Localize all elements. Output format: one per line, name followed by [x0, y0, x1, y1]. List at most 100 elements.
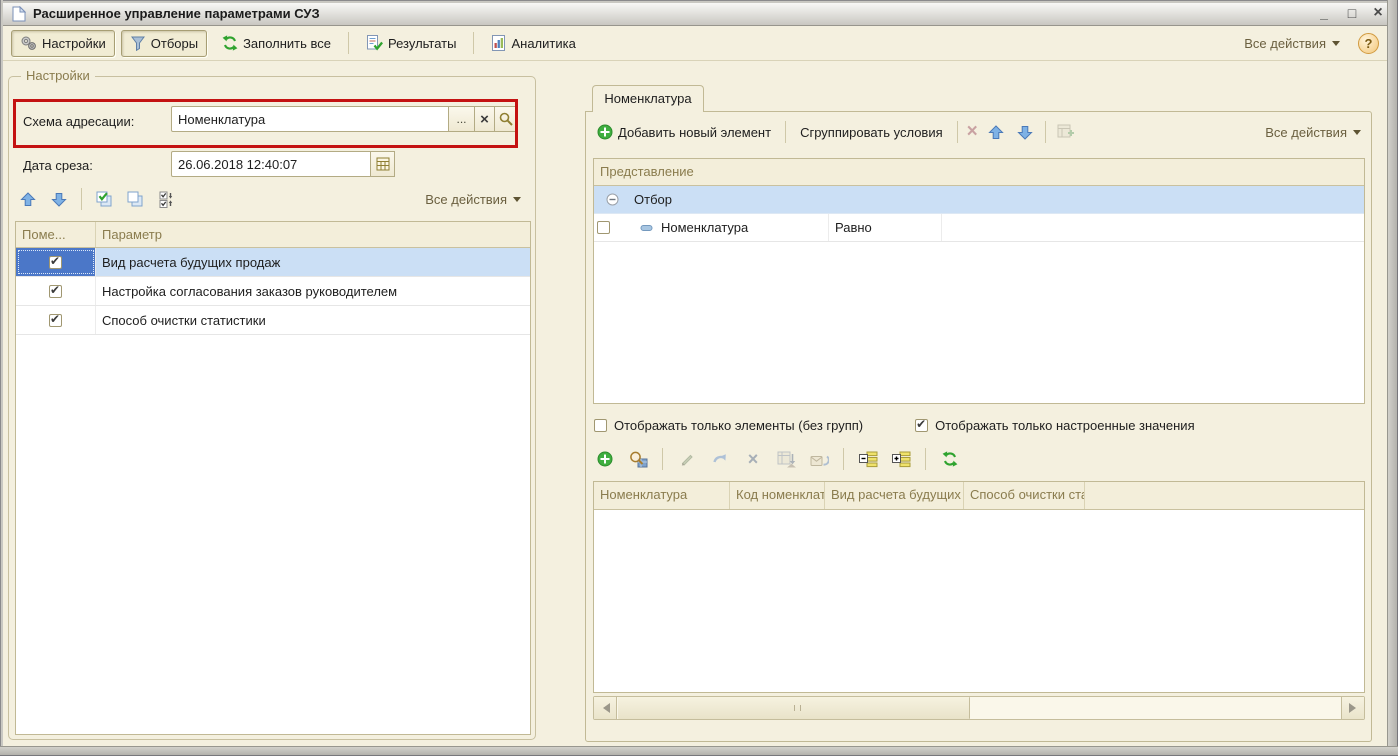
move-down-button[interactable]	[1014, 121, 1036, 143]
scheme-ellipsis-button[interactable]: ...	[449, 106, 475, 132]
collapse-tree-button[interactable]	[857, 448, 879, 470]
slice-date-input[interactable]	[171, 151, 371, 177]
row-check-cell[interactable]	[16, 306, 96, 334]
scrollbar-thumb[interactable]	[618, 697, 970, 719]
fill-all-button[interactable]: Заполнить все	[213, 30, 340, 57]
column-header-param[interactable]: Параметр	[96, 222, 530, 247]
filter-group-row[interactable]: Отбор	[594, 186, 1364, 214]
column-header-nomenclature[interactable]: Номенклатура	[594, 482, 730, 509]
window-title: Расширенное управление параметрами СУЗ	[33, 6, 320, 21]
row-check-cell[interactable]	[16, 248, 96, 276]
table-row[interactable]: Настройка согласования заказов руководит…	[16, 277, 530, 306]
filter-panel: Добавить новый элемент Сгруппировать усл…	[585, 111, 1372, 742]
analytics-button[interactable]: Аналитика	[482, 30, 584, 57]
document-icon	[12, 6, 26, 22]
results-doc-icon	[366, 35, 383, 51]
scroll-right-button[interactable]	[1341, 697, 1364, 719]
main-toolbar: Настройки Отборы Заполнить все Результат…	[3, 26, 1387, 61]
move-to-group-button-disabled	[775, 448, 797, 470]
results-label: Результаты	[388, 36, 456, 51]
filter-value-cell[interactable]	[942, 214, 1364, 241]
column-header-code[interactable]: Код номенклат...	[730, 482, 825, 509]
filter-toolbar: Добавить новый элемент Сгруппировать усл…	[592, 116, 1365, 148]
row-checkbox[interactable]	[49, 256, 62, 269]
move-up-button[interactable]	[17, 188, 39, 210]
expand-tree-button[interactable]	[890, 448, 912, 470]
row-param-cell[interactable]: Настройка согласования заказов руководит…	[96, 277, 530, 305]
filter-field-cell[interactable]: Номенклатура	[616, 214, 829, 241]
window-frame-top	[0, 0, 1398, 3]
clear-all-flags-button[interactable]	[124, 188, 146, 210]
row-checkbox[interactable]	[597, 221, 610, 234]
group-conditions-button[interactable]: Сгруппировать условия	[795, 119, 948, 146]
configured-only-checkbox[interactable]	[915, 419, 928, 432]
column-header-calc-type[interactable]: Вид расчета будущих п...	[825, 482, 964, 509]
row-param-cell[interactable]: Вид расчета будущих продаж	[96, 248, 530, 276]
check-all-flags-button[interactable]	[93, 188, 115, 210]
scroll-left-button[interactable]	[594, 697, 617, 719]
add-icon	[597, 124, 613, 140]
settings-groupbox: Настройки Схема адресации: ... × Дата ср…	[8, 76, 536, 740]
maximize-button[interactable]: □	[1340, 3, 1364, 25]
chevron-down-icon	[1332, 41, 1340, 50]
column-header-representation[interactable]: Представление	[594, 159, 1364, 185]
group-conditions-label: Сгруппировать условия	[800, 125, 943, 140]
row-checkbox[interactable]	[49, 285, 62, 298]
filter-condition-cell[interactable]: Равно	[829, 214, 942, 241]
row-param-cell[interactable]: Способ очистки статистики	[96, 306, 530, 334]
analytics-label: Аналитика	[511, 36, 575, 51]
all-actions-menu[interactable]: Все действия	[1240, 31, 1344, 55]
toolbar-separator	[348, 32, 349, 54]
fill-all-label: Заполнить все	[243, 36, 331, 51]
pick-magnifier-button[interactable]	[627, 448, 649, 470]
results-button[interactable]: Результаты	[357, 30, 465, 57]
toolbar-separator	[785, 121, 786, 143]
option-configured-only[interactable]: Отображать только настроенные значения	[915, 418, 1195, 433]
row-check-cell[interactable]	[594, 214, 616, 241]
scheme-lookup-button[interactable]	[495, 106, 517, 132]
invert-flags-button[interactable]	[155, 188, 177, 210]
chevron-down-icon	[1353, 130, 1361, 139]
elements-only-checkbox[interactable]	[594, 419, 607, 432]
table-row[interactable]: Вид расчета будущих продаж	[16, 248, 530, 277]
column-header-mark[interactable]: Поме...	[16, 222, 96, 247]
row-check-cell[interactable]	[16, 277, 96, 305]
help-button[interactable]: ?	[1358, 33, 1379, 54]
option-elements-only[interactable]: Отображать только элементы (без групп)	[594, 418, 863, 433]
scheme-clear-button[interactable]: ×	[475, 106, 495, 132]
toolbar-separator	[81, 188, 82, 210]
delete-x-button-disabled: ×	[742, 448, 764, 470]
filter-field-label: Номенклатура	[661, 220, 748, 235]
filter-all-actions-menu[interactable]: Все действия	[1261, 120, 1365, 144]
minimize-button[interactable]: _	[1312, 3, 1336, 25]
move-down-button[interactable]	[48, 188, 70, 210]
tab-nomenclature[interactable]: Номенклатура	[592, 85, 704, 112]
filters-toggle-label: Отборы	[151, 36, 198, 51]
magnifier-icon	[499, 112, 513, 126]
window-frame-bottom	[0, 746, 1398, 756]
params-table-header: Поме... Параметр	[16, 222, 530, 248]
change-arrow-button-disabled	[709, 448, 731, 470]
refresh-button[interactable]	[939, 448, 961, 470]
app-window: Расширенное управление параметрами СУЗ _…	[0, 0, 1398, 756]
elements-only-label: Отображать только элементы (без групп)	[614, 418, 863, 433]
params-all-actions-menu[interactable]: Все действия	[421, 187, 525, 211]
row-checkbox[interactable]	[49, 314, 62, 327]
add-element-button[interactable]: Добавить новый элемент	[592, 119, 776, 146]
move-up-button[interactable]	[985, 121, 1007, 143]
window-frame-right	[1387, 0, 1398, 756]
column-header-cleanup[interactable]: Способ очистки стати	[964, 482, 1085, 509]
create-button[interactable]	[594, 448, 616, 470]
scheme-input[interactable]	[171, 106, 449, 132]
slice-date-label: Дата среза:	[23, 158, 93, 173]
settings-toggle-button[interactable]: Настройки	[11, 30, 115, 57]
horizontal-scrollbar[interactable]	[593, 696, 1365, 720]
params-toolbar: Все действия	[17, 185, 525, 213]
filter-item-row[interactable]: Номенклатура Равно	[594, 214, 1364, 242]
filter-group-label[interactable]: Отбор	[628, 186, 1364, 213]
tree-collapse-cell[interactable]	[594, 186, 628, 213]
filter-table-header: Представление	[594, 159, 1364, 186]
table-row[interactable]: Способ очистки статистики	[16, 306, 530, 335]
calendar-button[interactable]	[371, 151, 395, 177]
filters-toggle-button[interactable]: Отборы	[121, 30, 207, 57]
